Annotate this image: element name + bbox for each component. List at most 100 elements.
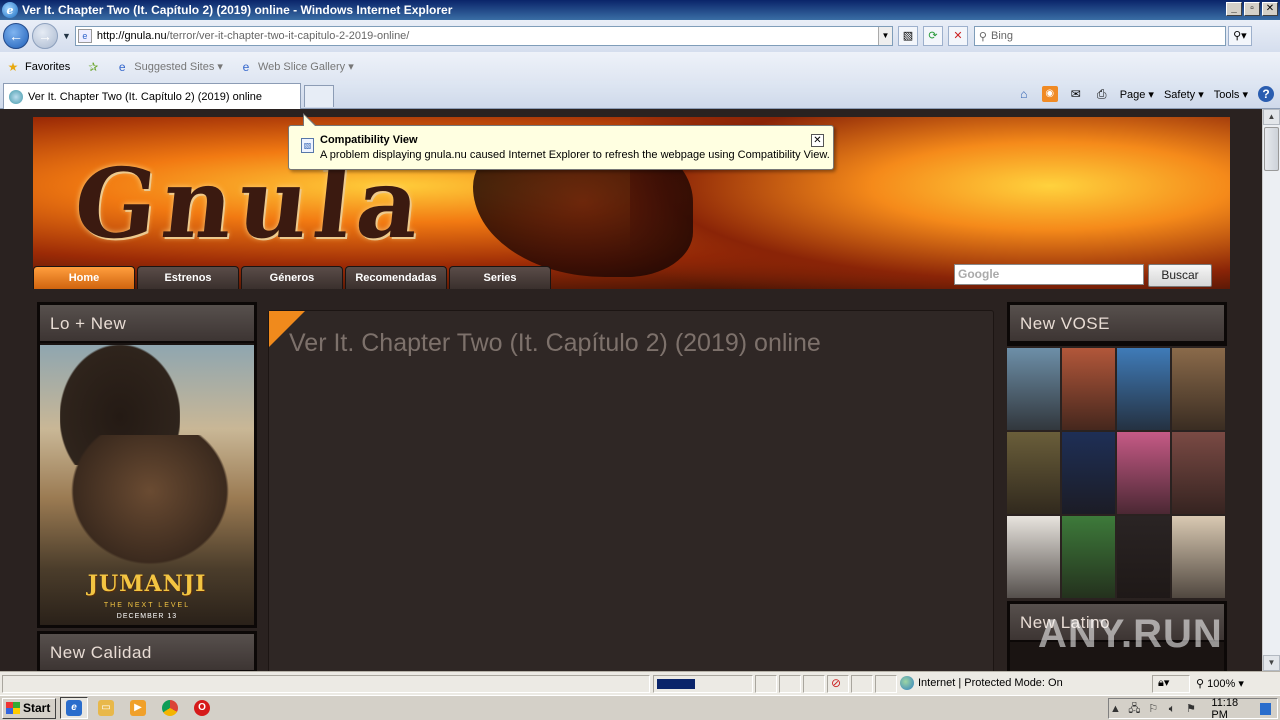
lo-new-title: Lo + New <box>40 305 254 343</box>
home-icon[interactable]: ⌂ <box>1016 86 1032 102</box>
status-seg-d <box>851 675 873 693</box>
site-search-input[interactable]: Google <box>954 264 1144 285</box>
search-input[interactable]: ⚲ Bing <box>973 26 1226 46</box>
action-center-icon[interactable]: ⚐ <box>1147 702 1160 716</box>
refresh-icon[interactable]: ⟳ <box>922 26 943 46</box>
compat-message: A problem displaying gnula.nu caused Int… <box>320 149 830 161</box>
zoom-control[interactable]: ⚲ 100% ▾ <box>1196 677 1244 690</box>
taskbar-media-player[interactable]: ▶ <box>124 697 152 719</box>
zoom-icon: ⚲ <box>1196 678 1208 690</box>
forward-button[interactable]: → <box>32 23 58 49</box>
star-icon: ★ <box>7 59 19 74</box>
maximize-button[interactable]: ▫ <box>1244 2 1260 16</box>
taskbar-opera[interactable]: O <box>188 697 216 719</box>
clock[interactable]: 11:18 PM <box>1211 697 1254 720</box>
compat-close-button[interactable]: ✕ <box>811 134 824 147</box>
minimize-button[interactable]: _ <box>1226 2 1242 16</box>
nav-series[interactable]: Series <box>449 266 551 289</box>
status-bar: ⊘ Internet | Protected Mode: On 🔒︎▾ ⚲ 10… <box>0 671 1280 695</box>
nav-home[interactable]: Home <box>33 266 135 289</box>
zone-label: Internet | Protected Mode: On <box>918 677 1063 689</box>
close-window-button[interactable]: ✕ <box>1262 2 1278 16</box>
windows-logo-icon <box>6 702 20 714</box>
vose-poster[interactable] <box>1117 516 1170 598</box>
page-viewport: Gnula Home Estrenos Géneros Recomendadas… <box>0 109 1262 671</box>
privacy-segment[interactable]: ⊘ <box>827 675 849 693</box>
page-scrollbar[interactable]: ▲ ▼ <box>1262 109 1280 671</box>
vose-poster[interactable] <box>1172 516 1225 598</box>
nav-estrenos[interactable]: Estrenos <box>137 266 239 289</box>
favorites-button[interactable]: ★ Favorites <box>6 59 71 74</box>
page-title: Ver It. Chapter Two (It. Capítulo 2) (20… <box>289 329 821 357</box>
scroll-down-icon[interactable]: ▼ <box>1263 655 1280 671</box>
tray-expand-icon[interactable]: ▲ <box>1109 702 1122 716</box>
network-icon[interactable]: 🖧︎ <box>1128 702 1141 716</box>
system-tray: ▲ 🖧︎ ⚐ 🔈︎ ⚑ 11:18 PM <box>1108 697 1278 720</box>
vose-poster[interactable] <box>1062 516 1115 598</box>
poster-subtitle: THE NEXT LEVEL <box>103 602 191 609</box>
ie-app-icon: e <box>2 2 18 18</box>
suggested-sites-link[interactable]: e Suggested Sites ▾ <box>115 60 223 74</box>
start-button[interactable]: Start <box>2 697 56 719</box>
safety-menu[interactable]: Safety ▾ <box>1164 88 1204 101</box>
page-icon: e <box>77 29 92 43</box>
vose-poster[interactable] <box>1007 516 1060 598</box>
scroll-up-icon[interactable]: ▲ <box>1263 109 1280 125</box>
vose-poster[interactable] <box>1007 348 1060 430</box>
site-search: Google Buscar <box>954 264 1212 287</box>
new-tab-button[interactable] <box>304 85 334 107</box>
command-bar: ⌂ ◉ ✉ ⎙ Page ▾ Safety ▾ Tools ▾ ? <box>1016 86 1274 102</box>
taskbar-explorer[interactable]: ▭ <box>92 697 120 719</box>
add-favorite-icon[interactable]: ✰ <box>86 60 105 74</box>
address-bar[interactable]: e http://gnula.nu/terror/ver-it-chapter-… <box>74 26 893 46</box>
vose-poster[interactable] <box>1117 432 1170 514</box>
url-path: /terror/ver-it-chapter-two-it-capitulo-2… <box>166 30 410 42</box>
flag-icon[interactable]: ⚑ <box>1185 702 1198 716</box>
help-icon[interactable]: ? <box>1258 86 1274 102</box>
search-go-icon[interactable]: ⚲▾ <box>1227 26 1252 46</box>
print-icon[interactable]: ⎙ <box>1094 86 1110 102</box>
recent-pages-dropdown[interactable]: ▼ <box>62 31 71 41</box>
tools-menu[interactable]: Tools ▾ <box>1214 88 1248 101</box>
vose-poster-grid <box>1007 348 1225 598</box>
tab-loading-icon <box>9 89 23 104</box>
volume-icon[interactable]: 🔈︎ <box>1166 702 1179 716</box>
taskbar-ie[interactable]: e <box>60 697 88 719</box>
tab-label: Ver It. Chapter Two (It. Capítulo 2) (20… <box>28 90 262 103</box>
taskbar-chrome[interactable] <box>156 697 184 719</box>
read-mail-icon[interactable]: ✉ <box>1068 86 1084 102</box>
vose-poster[interactable] <box>1172 348 1225 430</box>
show-desktop-icon[interactable] <box>1259 702 1271 715</box>
start-label: Start <box>23 701 51 715</box>
nav-generos[interactable]: Géneros <box>241 266 343 289</box>
search-placeholder: Bing <box>990 30 1014 42</box>
poster-date: DECEMBER 13 <box>116 613 178 620</box>
featured-poster[interactable]: JUMANJI THE NEXT LEVEL DECEMBER 13 <box>40 345 254 625</box>
compatibility-view-icon[interactable]: ▧ <box>897 26 918 46</box>
buscar-button[interactable]: Buscar <box>1148 264 1212 287</box>
media-player-icon: ▶ <box>130 700 146 716</box>
web-slice-gallery-link[interactable]: e Web Slice Gallery ▾ <box>239 60 354 74</box>
vose-poster[interactable] <box>1062 432 1115 514</box>
window-title-bar: e Ver It. Chapter Two (It. Capítulo 2) (… <box>0 0 1280 20</box>
status-text-segment <box>2 675 650 693</box>
security-zone[interactable]: Internet | Protected Mode: On <box>900 676 1063 690</box>
vose-poster[interactable] <box>1062 348 1115 430</box>
vose-poster[interactable] <box>1007 432 1060 514</box>
scroll-thumb[interactable] <box>1264 127 1279 171</box>
tab-current[interactable]: Ver It. Chapter Two (It. Capítulo 2) (20… <box>3 83 301 109</box>
stop-icon[interactable]: ✕ <box>947 26 968 46</box>
window-title: Ver It. Chapter Two (It. Capítulo 2) (20… <box>22 3 453 17</box>
vose-poster[interactable] <box>1117 348 1170 430</box>
address-dropdown-icon[interactable]: ▼ <box>877 27 892 45</box>
poster-art-figures <box>60 435 240 575</box>
globe-icon <box>900 676 914 690</box>
feeds-icon[interactable]: ◉ <box>1041 86 1058 102</box>
back-button[interactable]: ← <box>3 23 29 49</box>
nav-recomendadas[interactable]: Recomendadas <box>345 266 447 289</box>
page-menu[interactable]: Page ▾ <box>1120 88 1154 101</box>
taskbar: Start e ▭ ▶ O ▲ 🖧︎ ⚐ 🔈︎ ⚑ 11:18 PM <box>0 695 1280 720</box>
vose-poster[interactable] <box>1172 432 1225 514</box>
site-nav: Home Estrenos Géneros Recomendadas Serie… <box>33 266 551 289</box>
protected-mode-segment[interactable]: 🔒︎▾ <box>1152 675 1190 693</box>
